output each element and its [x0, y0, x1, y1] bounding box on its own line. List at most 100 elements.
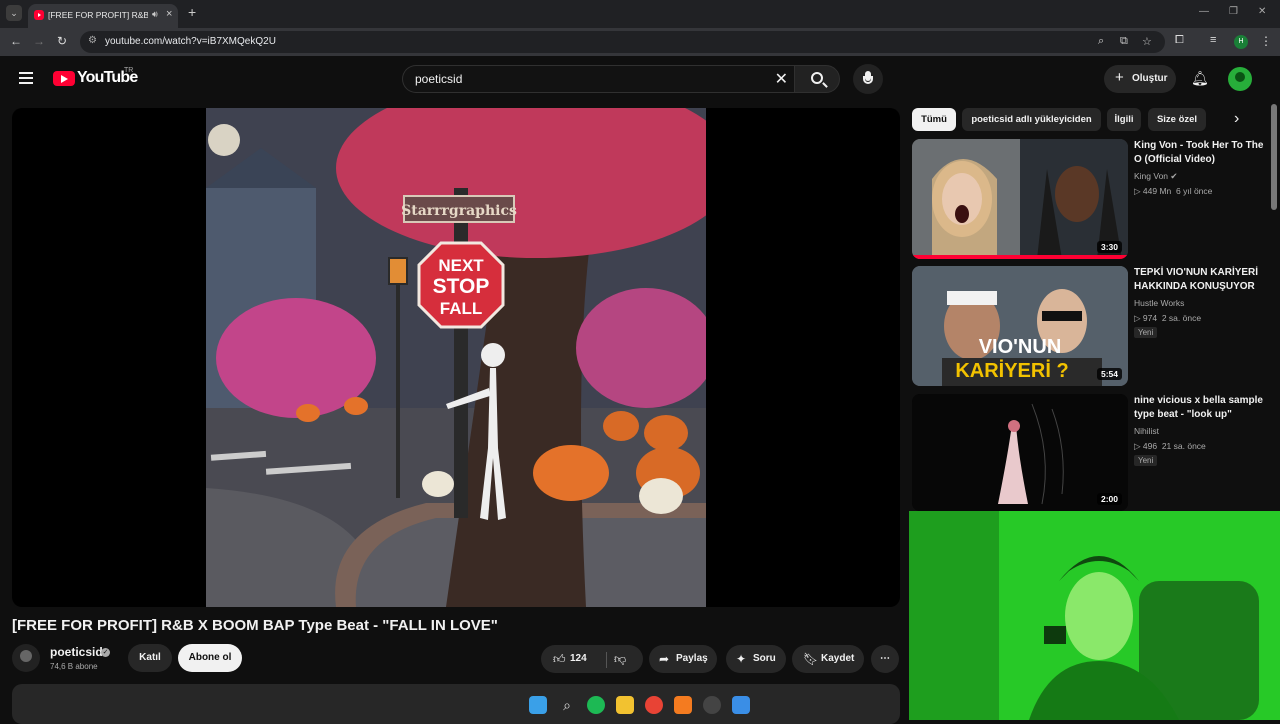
channel-name[interactable]: poeticsid — [50, 645, 103, 659]
back-icon[interactable]: ← — [10, 34, 22, 48]
browser-tab[interactable]: [FREE FOR PROFIT] R&B X B 🔊︎ × — [28, 4, 178, 28]
obs-icon[interactable] — [703, 696, 721, 714]
voice-search-button[interactable] — [853, 64, 883, 94]
more-actions-icon[interactable]: ⋯ — [871, 645, 899, 673]
audio-playing-icon[interactable]: 🔊︎ — [152, 9, 158, 20]
share-label: Paylaş — [676, 653, 708, 664]
video-thumbnail[interactable]: 2:00 — [912, 394, 1128, 511]
new-tab-button[interactable]: + — [188, 4, 196, 20]
channel-avatar[interactable] — [12, 644, 40, 672]
window-close-icon[interactable]: ✕ — [1258, 6, 1266, 17]
file-explorer-icon[interactable] — [616, 696, 634, 714]
create-button[interactable]: + Oluştur — [1104, 65, 1176, 93]
art-sign-top: Starrrgraphics — [401, 203, 517, 219]
extensions-icon[interactable]: ⧠ — [1175, 34, 1184, 47]
chip-all[interactable]: Tümü — [912, 108, 956, 131]
bookmark-star-icon[interactable]: ☆ — [1142, 35, 1152, 48]
media-control-icon[interactable]: ≡ — [1210, 34, 1216, 46]
plus-icon: + — [1115, 69, 1124, 86]
ask-label: Soru — [753, 653, 776, 664]
chips-next-chevron-icon[interactable]: › — [1234, 110, 1239, 128]
fl-studio-icon[interactable] — [674, 696, 692, 714]
spotify-icon[interactable] — [587, 696, 605, 714]
windows-start-icon[interactable] — [529, 696, 547, 714]
address-bar[interactable]: ⚙ youtube.com/watch?v=iB7XMQekQ2U ⌕ ⧉ ☆ — [80, 31, 1165, 53]
duration-badge: 3:30 — [1096, 241, 1122, 253]
taskbar-search-icon[interactable]: ⌕ — [558, 696, 576, 714]
join-button[interactable]: Katıl — [128, 644, 172, 672]
view-count: 496 — [1142, 441, 1158, 451]
search-button[interactable] — [794, 65, 840, 93]
notifications-bell-icon[interactable]: 🔔︎ — [1191, 70, 1209, 87]
chip-from-uploader[interactable]: poeticsid adlı yükleyiciden — [962, 108, 1101, 131]
art-sign-stop-2: STOP — [433, 275, 490, 298]
tab-search-chevron-icon[interactable]: ⌄ — [6, 5, 22, 21]
forward-icon[interactable]: → — [33, 34, 45, 48]
duration-badge: 2:00 — [1096, 493, 1122, 505]
like-icon[interactable]: 👍︎ — [553, 645, 566, 673]
browser-menu-icon[interactable]: ⋮ — [1260, 34, 1272, 48]
recommendation-meta: ▷ 496 21 sa. önce — [1134, 441, 1206, 451]
menu-hamburger-icon[interactable] — [19, 72, 33, 87]
view-count: 974 — [1142, 313, 1158, 323]
thumb-text-2: KARİYERİ ? — [955, 359, 1068, 382]
url-text[interactable]: youtube.com/watch?v=iB7XMQekQ2U — [105, 36, 276, 47]
recommendation-item[interactable]: VIO'NUN KARİYERİ ? 5:54 TEPKİ VIO'NUN KA… — [912, 266, 1272, 386]
recommendation-item[interactable]: 2:00 nine vicious x bella sample type be… — [912, 394, 1272, 514]
tab-close-icon[interactable]: × — [166, 8, 172, 20]
minimize-icon[interactable]: — — [1199, 6, 1209, 17]
recommendation-channel[interactable]: King Von ✔ — [1134, 171, 1178, 182]
new-badge: Yeni — [1134, 455, 1158, 466]
view-count: 449 Mn — [1142, 186, 1172, 196]
recommendation-title[interactable]: King Von - Took Her To The O (Official V… — [1134, 139, 1266, 167]
recommendation-channel[interactable]: Hustle Works — [1134, 298, 1184, 308]
country-code: TR — [124, 67, 134, 74]
webcam-overlay — [909, 511, 1280, 720]
recommendation-title[interactable]: nine vicious x bella sample type beat - … — [1134, 394, 1266, 422]
create-label: Oluştur — [1132, 73, 1168, 84]
youtube-masthead: YouTube TR poeticsid ✕ + Oluştur 🔔︎ — [0, 56, 1280, 104]
description-box[interactable] — [12, 684, 900, 724]
bookmark-icon: 🔖︎ — [803, 652, 819, 666]
subscribe-button[interactable]: Abone ol — [178, 644, 242, 672]
reload-icon[interactable]: ↻ — [57, 34, 67, 48]
duration-badge: 5:54 — [1096, 368, 1122, 380]
search-input[interactable]: poeticsid ✕ — [402, 65, 794, 93]
chip-for-you[interactable]: Size özel — [1148, 108, 1206, 131]
sparkle-icon: ✦ — [736, 652, 747, 666]
browser-toolbar: ← → ↻ ⚙ youtube.com/watch?v=iB7XMQekQ2U … — [0, 28, 1280, 56]
recommendation-meta: ▷ 449 Mn 6 yıl önce — [1134, 186, 1213, 196]
clear-search-icon[interactable]: ✕ — [775, 69, 788, 89]
upload-age: 2 sa. önce — [1161, 313, 1202, 323]
video-thumbnail[interactable]: 3:30 — [912, 139, 1128, 259]
recommendation-title[interactable]: TEPKİ VIO'NUN KARİYERİ HAKKINDA KONUŞUYO… — [1134, 266, 1266, 294]
site-info-icon[interactable]: ⚙ — [88, 35, 97, 46]
verified-check-icon: ✓ — [101, 648, 110, 657]
share-button[interactable]: ➦ Paylaş — [649, 645, 717, 673]
video-thumbnail[interactable]: VIO'NUN KARİYERİ ? 5:54 — [912, 266, 1128, 386]
browser-profile-avatar[interactable]: H — [1234, 35, 1248, 49]
like-count[interactable]: 124 — [570, 645, 587, 673]
chrome-icon[interactable] — [645, 696, 663, 714]
save-label: Kaydet — [821, 653, 855, 664]
save-button[interactable]: 🔖︎ Kaydet — [792, 645, 864, 673]
youtube-logo-icon[interactable] — [53, 71, 75, 86]
recommendation-item[interactable]: 3:30 King Von - Took Her To The O (Offic… — [912, 139, 1272, 259]
dislike-icon[interactable]: 👎︎ — [614, 645, 626, 673]
video-player[interactable]: Starrrgraphics NEXT STOP FALL — [12, 108, 900, 607]
page-scrollbar[interactable] — [1271, 104, 1277, 210]
like-divider — [606, 652, 607, 668]
art-sign-stop-1: NEXT — [438, 256, 484, 275]
account-avatar[interactable] — [1228, 67, 1252, 91]
zoom-icon[interactable]: ⌕ — [1098, 35, 1104, 48]
ask-button[interactable]: ✦ Soru — [726, 645, 786, 673]
browser-tab-strip: ⌄ [FREE FOR PROFIT] R&B X B 🔊︎ × + — ❐ ✕ — [0, 0, 1280, 28]
maximize-icon[interactable]: ❐ — [1229, 6, 1238, 17]
video-title: [FREE FOR PROFIT] R&B X BOOM BAP Type Be… — [12, 617, 498, 634]
install-app-icon[interactable]: ⧉ — [1120, 35, 1128, 48]
recommendation-channel[interactable]: Nihilist — [1134, 426, 1159, 436]
chip-related[interactable]: İlgili — [1107, 108, 1141, 131]
upload-age: 6 yıl önce — [1176, 186, 1213, 196]
notepad-icon[interactable] — [732, 696, 750, 714]
search-query[interactable]: poeticsid — [415, 72, 462, 86]
